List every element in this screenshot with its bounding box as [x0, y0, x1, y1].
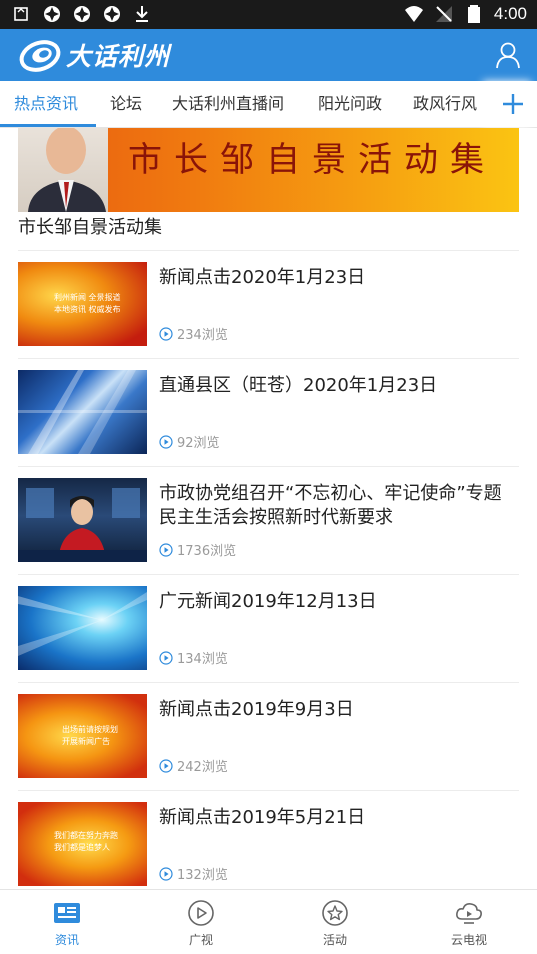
news-thumbnail: [18, 370, 147, 454]
app-title: 大话利州: [66, 42, 171, 71]
thumbnail-text: 我们都在努力奔跑: [54, 831, 118, 840]
news-thumbnail: [18, 586, 147, 670]
view-count-text: 132浏览: [177, 868, 228, 883]
divider: [18, 250, 519, 251]
active-tab-indicator: [0, 124, 96, 127]
download-icon: [136, 6, 148, 22]
channel-tabs: 热点资讯 论坛 大话利州直播间 阳光问政 政风行风: [0, 81, 537, 128]
play-circle-icon: [159, 542, 173, 557]
star-icon: [322, 900, 348, 926]
swirl-logo-icon: [19, 40, 61, 72]
news-thumbnail: 我们都在努力奔跑 我们都是追梦人: [18, 802, 147, 886]
play-icon: [188, 900, 214, 926]
aperture-notification-icon: [74, 6, 90, 22]
news-title: 新闻点击2020年1月23日: [159, 267, 366, 288]
featured-banner[interactable]: 市长邹自景活动集: [18, 128, 519, 212]
thumbnail-text: 出场前请按规划: [62, 725, 118, 734]
wifi-icon: [404, 6, 423, 22]
view-count-text: 242浏览: [177, 760, 228, 775]
view-count: 234浏览: [159, 324, 228, 343]
battery-icon: [467, 5, 480, 23]
divider: [18, 466, 519, 467]
aperture-notification-icon: [104, 6, 120, 22]
news-item[interactable]: 直通县区（旺苍）2020年1月23日 92浏览: [18, 370, 519, 454]
view-count: 1736浏览: [159, 540, 236, 559]
clock: 4:00: [493, 4, 527, 23]
nav-news[interactable]: 资讯: [0, 890, 134, 954]
tab-live-room[interactable]: 大话利州直播间: [172, 81, 284, 127]
play-circle-icon: [159, 866, 173, 881]
user-profile-icon[interactable]: [495, 41, 521, 69]
play-circle-icon: [159, 434, 173, 449]
screenshot-notification-icon: [14, 7, 28, 21]
nav-label: 云电视: [450, 933, 487, 947]
play-circle-icon: [159, 758, 173, 773]
bottom-navigation: 资讯 广视 活动 云电视: [0, 889, 537, 954]
news-item[interactable]: 利州新闻 全景报道 本地资讯 权威发布 新闻点击2020年1月23日 234浏览: [18, 262, 519, 346]
app-logo: 大话利州: [18, 36, 170, 74]
divider: [18, 574, 519, 575]
news-item[interactable]: 广元新闻2019年12月13日 134浏览: [18, 586, 519, 670]
nav-label: 活动: [322, 933, 347, 947]
news-thumbnail: 利州新闻 全景报道 本地资讯 权威发布: [18, 262, 147, 346]
cloud-tv-icon: [456, 903, 482, 924]
tab-sunshine-inquiry[interactable]: 阳光问政: [318, 81, 382, 127]
news-title: 广元新闻2019年12月13日: [159, 591, 377, 612]
nav-activity[interactable]: 活动: [268, 890, 402, 954]
aperture-notification-icon: [44, 6, 60, 22]
thumbnail-text: 本地资讯 权威发布: [54, 305, 121, 314]
nav-label: 资讯: [54, 933, 79, 947]
divider: [18, 682, 519, 683]
thumbnail-text: 我们都是追梦人: [54, 843, 110, 852]
no-signal-icon: [435, 6, 452, 22]
view-count-text: 1736浏览: [177, 544, 237, 559]
tab-hot-news[interactable]: 热点资讯: [14, 81, 78, 127]
banner-text: 市长邹自景活动集: [128, 140, 496, 180]
news-thumbnail: 出场前请按规划 开展新闻广告: [18, 694, 147, 778]
status-bar: 4:00: [0, 0, 537, 29]
news-title: 新闻点击2019年9月3日: [159, 699, 354, 720]
news-icon: [54, 903, 80, 923]
thumbnail-text: 开展新闻广告: [62, 737, 110, 746]
view-count-text: 134浏览: [177, 652, 228, 667]
add-channel-button[interactable]: [489, 81, 537, 127]
view-count-text: 92浏览: [177, 436, 220, 451]
thumbnail-text: 利州新闻 全景报道: [54, 293, 121, 302]
view-count: 92浏览: [159, 432, 220, 451]
news-title: 市政协党组召开“不忘初心、牢记使命”专题民主生活会按照新时代新要求: [159, 483, 502, 528]
view-count-text: 234浏览: [177, 328, 228, 343]
news-item[interactable]: 市政协党组召开“不忘初心、牢记使命”专题民主生活会按照新时代新要求 1736浏览: [18, 478, 519, 562]
banner-caption[interactable]: 市长邹自景活动集: [18, 213, 162, 239]
banner-portrait: [18, 128, 108, 212]
plus-icon: [503, 94, 523, 114]
app-header: 大话利州: [0, 29, 537, 81]
tab-forum[interactable]: 论坛: [110, 81, 142, 127]
play-circle-icon: [159, 326, 173, 341]
news-title: 新闻点击2019年5月21日: [159, 807, 366, 828]
news-title: 直通县区（旺苍）2020年1月23日: [159, 375, 438, 396]
news-item[interactable]: 我们都在努力奔跑 我们都是追梦人 新闻点击2019年5月21日 132浏览: [18, 802, 519, 886]
nav-broadcast[interactable]: 广视: [134, 890, 268, 954]
view-count: 242浏览: [159, 756, 228, 775]
news-thumbnail: [18, 478, 147, 562]
view-count: 132浏览: [159, 864, 228, 883]
divider: [18, 790, 519, 791]
view-count: 134浏览: [159, 648, 228, 667]
tab-conduct[interactable]: 政风行风: [413, 81, 477, 127]
nav-label: 广视: [188, 933, 213, 947]
nav-cloud-tv[interactable]: 云电视: [402, 890, 536, 954]
play-circle-icon: [159, 650, 173, 665]
divider: [18, 358, 519, 359]
news-item[interactable]: 出场前请按规划 开展新闻广告 新闻点击2019年9月3日 242浏览: [18, 694, 519, 778]
